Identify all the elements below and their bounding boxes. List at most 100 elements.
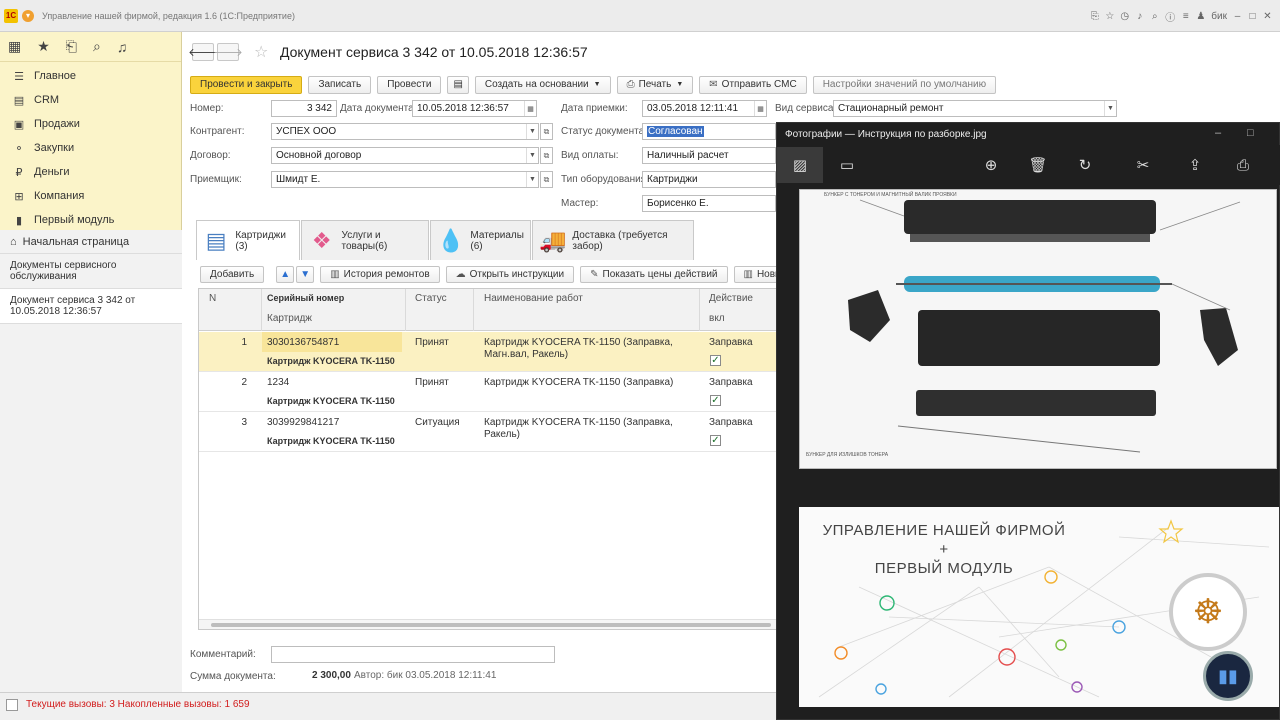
settings-icon[interactable]: ≡: [1181, 11, 1190, 22]
sidebar-item-company[interactable]: ⊞ Компания: [0, 184, 181, 208]
performance-icon[interactable]: [6, 699, 18, 711]
sidebar-item-money[interactable]: ₽ Деньги: [0, 160, 181, 184]
status-cell[interactable]: Принят: [415, 377, 449, 388]
open-counterparty-icon[interactable]: ⧉: [540, 123, 553, 140]
column-header-status[interactable]: Статус: [415, 293, 447, 304]
serial-number-cell[interactable]: 1234: [267, 377, 289, 388]
delete-icon[interactable]: 🗑: [1025, 153, 1051, 177]
work-cell[interactable]: Картридж KYOCERA TK-1150 (Заправка, Магн…: [484, 337, 684, 361]
bell-icon[interactable]: ♪: [1135, 11, 1144, 22]
column-header-cartridge[interactable]: Картридж: [267, 313, 312, 324]
zoom-in-icon[interactable]: ⊕: [978, 153, 1004, 177]
home-page-link[interactable]: ⌂ Начальная страница: [0, 230, 182, 254]
horizontal-scrollbar[interactable]: [199, 619, 777, 629]
payment-field[interactable]: Наличный расчет: [642, 147, 776, 164]
cartridge-cell[interactable]: Картридж KYOCERA TK-1150: [267, 396, 395, 406]
accept-date-field[interactable]: 03.05.2018 12:11:41 ▦: [642, 100, 767, 117]
add-row-button[interactable]: Добавить: [200, 266, 265, 283]
doc-date-field[interactable]: 10.05.2018 12:36:57 ▦: [412, 100, 537, 117]
column-header-work[interactable]: Наименование работ: [484, 293, 583, 304]
scrollbar-thumb[interactable]: [211, 623, 771, 627]
open-instructions-button[interactable]: ☁ Открыть инструкции: [445, 266, 575, 283]
column-header-enabled[interactable]: вкл: [709, 313, 725, 324]
rotate-icon[interactable]: ↻: [1072, 153, 1098, 177]
report-icon[interactable]: ▤: [447, 75, 469, 94]
favorites-star-icon[interactable]: ★: [37, 38, 50, 55]
link-icon[interactable]: ⎘: [1090, 11, 1099, 22]
cartridge-cell[interactable]: Картридж KYOCERA TK-1150: [267, 436, 395, 446]
table-row[interactable]: 1 3030136754871 Картридж KYOCERA TK-1150…: [199, 332, 777, 372]
sidebar-item-main[interactable]: ☰ Главное: [0, 64, 181, 88]
send-sms-button[interactable]: ✉ Отправить СМС: [699, 75, 807, 94]
edit-icon[interactable]: ✂: [1130, 153, 1156, 177]
enabled-checkbox[interactable]: ✓: [710, 435, 721, 446]
table-row[interactable]: 3 3039929841217 Картридж KYOCERA TK-1150…: [199, 412, 777, 452]
minimize-icon[interactable]: –: [1233, 11, 1242, 22]
calendar-icon[interactable]: ▦: [524, 101, 536, 116]
chevron-down-icon[interactable]: ▼: [526, 124, 538, 139]
info-icon[interactable]: ⓘ: [1165, 9, 1175, 24]
status-field[interactable]: Согласован: [642, 123, 776, 140]
favorites-icon[interactable]: ☆: [1105, 11, 1114, 22]
history-icon[interactable]: ◷: [1120, 11, 1129, 22]
image-icon[interactable]: ▨: [777, 147, 823, 183]
action-cell[interactable]: Заправка: [709, 377, 753, 388]
open-contract-icon[interactable]: ⧉: [540, 147, 553, 164]
show-prices-button[interactable]: ✎ Показать цены действий: [580, 266, 728, 283]
comment-field[interactable]: [271, 646, 555, 663]
maximize-icon[interactable]: □: [1248, 11, 1257, 22]
master-field[interactable]: Борисенко Е.: [642, 195, 776, 212]
move-up-icon[interactable]: ▲: [276, 266, 295, 283]
enabled-checkbox[interactable]: ✓: [710, 355, 721, 366]
maximize-icon[interactable]: □: [1247, 127, 1254, 139]
cartridge-cell[interactable]: Картридж KYOCERA TK-1150: [267, 356, 395, 366]
repair-history-button[interactable]: ▥ История ремонтов: [320, 266, 440, 283]
number-field[interactable]: 3 342: [271, 100, 337, 117]
open-window-service-docs[interactable]: Документы сервисного обслуживания: [0, 254, 182, 289]
action-cell[interactable]: Заправка: [709, 417, 753, 428]
status-cell[interactable]: Принят: [415, 337, 449, 348]
print-icon[interactable]: ⎙: [1230, 153, 1256, 177]
back-button[interactable]: 🡐: [188, 43, 218, 61]
post-button[interactable]: Провести: [377, 75, 442, 94]
tab-cartridges[interactable]: ▤ Картриджи (3): [196, 220, 300, 260]
column-header-action[interactable]: Действие: [709, 293, 753, 304]
search-icon[interactable]: ⌕: [93, 38, 101, 55]
main-menu-icon[interactable]: ▾: [22, 9, 34, 22]
move-down-icon[interactable]: ▼: [296, 266, 315, 283]
calendar-icon[interactable]: ▦: [754, 101, 766, 116]
default-settings-button[interactable]: Настройки значений по умолчанию: [812, 75, 997, 94]
print-button[interactable]: ⎙ Печать ▼: [616, 75, 694, 94]
column-header-n[interactable]: N: [209, 293, 216, 304]
receiver-field[interactable]: Шмидт Е. ▼: [271, 171, 539, 188]
tab-delivery[interactable]: 🚚 Доставка (требуется забор): [532, 220, 694, 260]
post-and-close-button[interactable]: Провести и закрыть: [190, 75, 303, 94]
user-name[interactable]: бик: [1211, 11, 1227, 22]
contract-field[interactable]: Основной договор ▼: [271, 147, 539, 164]
table-row[interactable]: 2 1234 Картридж KYOCERA TK-1150 Принят К…: [199, 372, 777, 412]
forward-button[interactable]: 🡒: [213, 43, 243, 61]
serial-number-cell[interactable]: 3030136754871: [267, 337, 339, 348]
service-type-field[interactable]: Стационарный ремонт ▼: [833, 100, 1117, 117]
counterparty-field[interactable]: УСПЕХ ООО ▼: [271, 123, 539, 140]
sidebar-item-purchases[interactable]: ⚬ Закупки: [0, 136, 181, 160]
action-cell[interactable]: Заправка: [709, 337, 753, 348]
work-cell[interactable]: Картридж KYOCERA TK-1150 (Заправка, Раке…: [484, 417, 684, 441]
chevron-down-icon[interactable]: ▼: [526, 172, 538, 187]
open-receiver-icon[interactable]: ⧉: [540, 171, 553, 188]
column-header-serial[interactable]: Серийный номер: [267, 293, 344, 303]
minimize-icon[interactable]: –: [1215, 127, 1221, 139]
chevron-down-icon[interactable]: ▼: [526, 148, 538, 163]
share-icon[interactable]: ⇪: [1182, 153, 1208, 177]
equipment-field[interactable]: Картриджи: [642, 171, 776, 188]
tab-goods-services[interactable]: ❖ Услуги и товары(6): [301, 220, 429, 260]
tab-materials[interactable]: 💧 Материалы (6): [430, 220, 531, 260]
history-icon[interactable]: ⎗: [66, 38, 77, 55]
status-cell[interactable]: Ситуация: [415, 417, 460, 428]
sidebar-item-crm[interactable]: ▤ CRM: [0, 88, 181, 112]
apps-grid-icon[interactable]: ▦: [8, 38, 21, 55]
open-window-service-doc-3342[interactable]: Документ сервиса 3 342 от 10.05.2018 12:…: [0, 289, 182, 324]
user-icon[interactable]: ♟: [1196, 11, 1205, 22]
notifications-bell-icon[interactable]: ♫: [117, 39, 128, 55]
work-cell[interactable]: Картридж KYOCERA TK-1150 (Заправка): [484, 377, 684, 389]
